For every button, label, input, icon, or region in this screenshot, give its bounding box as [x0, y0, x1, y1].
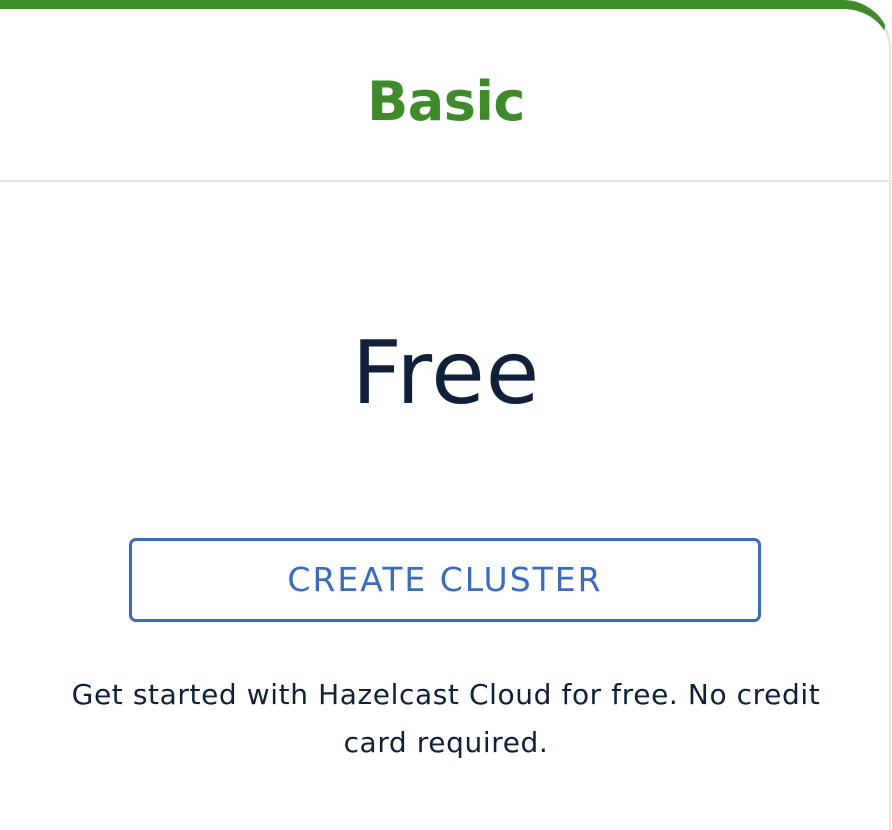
create-cluster-button[interactable]: CREATE CLUSTER — [129, 538, 761, 622]
plan-price: Free — [351, 322, 541, 424]
card-header: Basic — [0, 0, 892, 182]
plan-description: Get started with Hazelcast Cloud for fre… — [71, 678, 821, 759]
plan-title: Basic — [367, 70, 525, 133]
